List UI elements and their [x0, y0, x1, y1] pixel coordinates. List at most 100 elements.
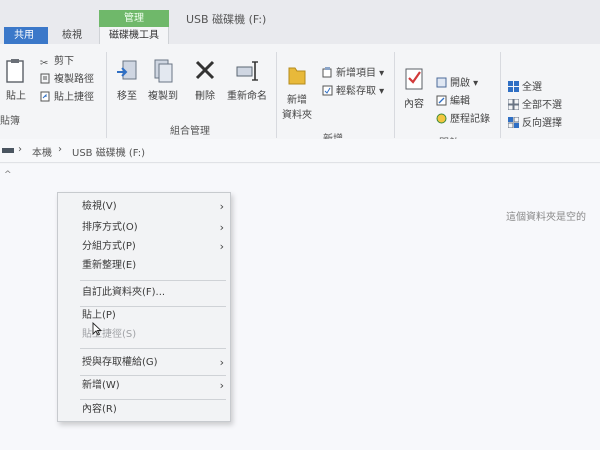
ribbon-divider	[276, 52, 277, 138]
delete-button[interactable]: 刪除	[192, 58, 218, 102]
copy-path-label: 複製路徑	[54, 74, 94, 85]
delete-x-icon	[195, 60, 215, 80]
new-folder-label-line1: 新增	[287, 95, 307, 106]
menu-separator	[80, 280, 226, 281]
copy-path-button[interactable]: 複製路徑	[40, 72, 94, 87]
open-label: 開啟 ▾	[450, 78, 479, 89]
tab-share[interactable]: 共用	[4, 27, 48, 44]
computer-icon	[2, 148, 14, 153]
select-all-button[interactable]: 全選	[508, 80, 542, 95]
scissors-icon: ✂	[40, 58, 49, 69]
move-to-icon	[117, 60, 137, 80]
invert-selection-button[interactable]: 反向選擇	[508, 116, 562, 131]
menu-item-view[interactable]: 檢視(V) ›	[58, 197, 230, 216]
clipboard-group-label: 貼簿	[0, 116, 20, 127]
easy-access-icon	[322, 85, 333, 96]
chevron-up-icon[interactable]: ^	[4, 170, 12, 180]
paste-shortcut-icon	[40, 91, 50, 102]
menu-item-customize-folder[interactable]: 自訂此資料夾(F)...	[58, 283, 230, 302]
easy-access-label: 輕鬆存取 ▾	[336, 86, 385, 97]
copy-to-button[interactable]: 複製到	[146, 58, 180, 102]
menu-item-paste-shortcut-label: 貼上捷徑(S)	[82, 329, 137, 340]
ribbon-tab-bar: 共用 檢視 管理 磁碟機工具 USB 磁碟機 (F:)	[0, 0, 600, 44]
menu-item-new[interactable]: 新增(W) ›	[58, 376, 230, 395]
properties-button[interactable]: 內容	[400, 66, 428, 110]
menu-item-group-by-label: 分組方式(P)	[82, 241, 136, 252]
properties-check-icon	[405, 68, 423, 90]
ribbon: 貼上 ✂ 剪下 複製路徑 貼上捷徑 貼簿 移至 複製到 刪除 重新命名 組合管理…	[0, 44, 600, 151]
ribbon-divider	[106, 52, 107, 138]
paste-button[interactable]: 貼上	[4, 58, 28, 102]
new-item-button[interactable]: 新增項目 ▾	[322, 66, 384, 81]
menu-item-properties[interactable]: 內容(R)	[58, 400, 230, 419]
ribbon-divider	[394, 52, 395, 138]
menu-item-new-label: 新增(W)	[82, 380, 120, 391]
organize-group-label: 組合管理	[170, 126, 210, 137]
chevron-right-icon: ›	[219, 221, 224, 234]
history-button[interactable]: 歷程記錄	[436, 112, 490, 127]
menu-item-group-by[interactable]: 分組方式(P) ›	[58, 237, 230, 256]
select-all-icon	[508, 81, 519, 92]
chevron-right-icon: ›	[219, 240, 224, 253]
select-none-button[interactable]: 全部不選	[508, 98, 562, 113]
move-to-button[interactable]: 移至	[112, 58, 142, 102]
rename-label: 重新命名	[227, 91, 267, 102]
breadcrumb-drive[interactable]: USB 磁碟機 (F:)	[72, 144, 145, 159]
delete-label: 刪除	[195, 91, 215, 102]
invert-selection-icon	[508, 117, 519, 128]
select-all-label: 全選	[522, 82, 542, 93]
copy-to-label: 複製到	[148, 91, 178, 102]
copy-path-icon	[40, 73, 50, 84]
new-folder-label-line2: 資料夾	[282, 110, 312, 121]
copy-to-icon	[154, 59, 173, 83]
window-title: USB 磁碟機 (F:)	[186, 13, 267, 26]
empty-folder-message: 這個資料夾是空的	[506, 212, 586, 223]
address-bar[interactable]: › 本機 › USB 磁碟機 (F:)	[0, 139, 600, 163]
menu-item-properties-label: 內容(R)	[82, 404, 117, 415]
tab-manage-context-header: 管理	[99, 10, 169, 27]
tab-drive-tools[interactable]: 磁碟機工具	[99, 27, 169, 44]
menu-item-refresh-label: 重新整理(E)	[82, 260, 137, 271]
menu-item-customize-folder-label: 自訂此資料夾(F)...	[82, 287, 166, 298]
edit-button[interactable]: 編輯	[436, 94, 470, 109]
breadcrumb-separator: ›	[58, 144, 62, 155]
edit-label: 編輯	[450, 96, 470, 107]
cut-button[interactable]: ✂ 剪下	[40, 54, 74, 69]
easy-access-button[interactable]: 輕鬆存取 ▾	[322, 84, 384, 99]
menu-item-give-access[interactable]: 授與存取權給(G) ›	[58, 353, 230, 372]
mouse-cursor-icon	[92, 322, 102, 336]
menu-item-refresh[interactable]: 重新整理(E)	[58, 256, 230, 275]
properties-label: 內容	[404, 99, 424, 110]
new-folder-button[interactable]: 新增 資料夾	[280, 62, 314, 121]
paste-shortcut-button[interactable]: 貼上捷徑	[40, 90, 94, 105]
context-menu: 檢視(V) › 排序方式(O) › 分組方式(P) › 重新整理(E) 自訂此資…	[57, 192, 231, 422]
chevron-right-icon: ›	[219, 356, 224, 369]
new-folder-icon	[288, 67, 306, 85]
paste-shortcut-label: 貼上捷徑	[54, 92, 94, 103]
rename-button[interactable]: 重新命名	[224, 58, 270, 102]
breadcrumb-this-pc[interactable]: 本機	[32, 144, 52, 159]
select-none-label: 全部不選	[522, 100, 562, 111]
menu-item-give-access-label: 授與存取權給(G)	[82, 357, 158, 368]
new-item-icon	[322, 67, 332, 78]
menu-item-sort-by-label: 排序方式(O)	[82, 222, 138, 233]
breadcrumb-separator: ›	[18, 144, 22, 155]
rename-icon	[236, 61, 258, 81]
menu-item-paste[interactable]: 貼上(P)	[58, 306, 230, 325]
edit-icon	[436, 95, 447, 106]
paste-label: 貼上	[6, 91, 26, 102]
menu-separator	[80, 348, 226, 349]
clipboard-icon	[6, 59, 24, 83]
tab-view[interactable]: 檢視	[52, 27, 92, 44]
menu-item-paste-label: 貼上(P)	[82, 310, 116, 321]
history-label: 歷程記錄	[450, 114, 490, 125]
chevron-right-icon: ›	[219, 379, 224, 392]
menu-item-paste-shortcut[interactable]: 貼上捷徑(S)	[58, 325, 230, 344]
move-to-label: 移至	[117, 91, 137, 102]
history-icon	[436, 113, 447, 124]
menu-item-sort-by[interactable]: 排序方式(O) ›	[58, 218, 230, 237]
open-button[interactable]: 開啟 ▾	[436, 76, 478, 91]
new-item-label: 新增項目 ▾	[336, 68, 385, 79]
menu-item-view-label: 檢視(V)	[82, 201, 117, 212]
open-icon	[436, 77, 447, 88]
